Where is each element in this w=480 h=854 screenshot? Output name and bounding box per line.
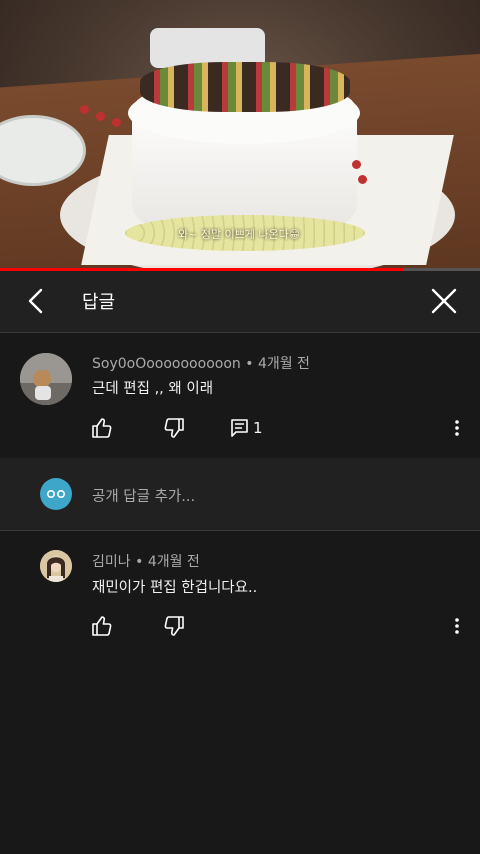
reply-text: 재민이가 편집 한겁니다요.. (92, 580, 258, 596)
reply-meta: 김미나 • 4개월 전 (92, 551, 200, 571)
video-overlay-caption: 와~ 정말 이쁘게 나온다😁 (178, 228, 301, 241)
reply-input[interactable]: 공개 답글 추가... (92, 485, 195, 506)
thumbs-up-icon (92, 616, 112, 636)
comment-author[interactable]: Soy0oOoooooooooon (92, 356, 241, 372)
meta-separator: • (135, 554, 144, 570)
meta-separator: • (245, 356, 254, 372)
reply-author[interactable]: 김미나 (92, 554, 131, 570)
comment-meta: Soy0oOoooooooooon • 4개월 전 (92, 353, 310, 373)
add-reply-bar[interactable]: 공개 답글 추가... (0, 458, 480, 531)
dislike-button[interactable] (163, 417, 185, 439)
reply-dislike-button[interactable] (163, 615, 185, 637)
reply-button[interactable] (229, 417, 251, 439)
video-frame-berry (112, 118, 121, 127)
video-frame-berry (96, 112, 105, 121)
video-frame-berry (352, 160, 361, 169)
video-frame-berry (80, 105, 89, 114)
reply-avatar-photo (40, 550, 72, 582)
reply-avatar[interactable] (40, 550, 72, 582)
reply-count: 1 (253, 419, 263, 437)
close-icon (431, 288, 457, 314)
reply-like-button[interactable] (91, 615, 113, 637)
replies-header: 답글 (0, 271, 480, 333)
thumbs-down-icon (164, 418, 184, 438)
reply-menu-button[interactable] (453, 617, 461, 635)
comment-time: 4개월 전 (257, 356, 310, 372)
chevron-left-icon (28, 288, 43, 314)
comment-menu-button[interactable] (453, 419, 461, 437)
video-player[interactable]: 와~ 정말 이쁘게 나온다😁 (0, 0, 480, 270)
commenter-avatar[interactable] (20, 353, 72, 405)
user-avatar-face-icon (47, 490, 65, 499)
more-vertical-icon (455, 420, 459, 436)
video-frame-cake-decoration (140, 62, 350, 112)
close-button[interactable] (428, 285, 460, 317)
parent-comment: Soy0oOoooooooooon • 4개월 전 근데 편집 ,, 왜 이래 … (0, 333, 480, 458)
video-frame-berry (358, 175, 367, 184)
comment-text: 근데 편집 ,, 왜 이래 (92, 381, 214, 397)
back-button[interactable] (20, 284, 54, 318)
more-vertical-icon (455, 618, 459, 634)
like-button[interactable] (91, 417, 113, 439)
comment-icon (231, 419, 248, 437)
reply-time: 4개월 전 (147, 554, 200, 570)
avatar-photo (20, 353, 72, 405)
user-avatar (40, 478, 72, 510)
thumbs-down-icon (164, 616, 184, 636)
page-title: 답글 (82, 292, 116, 313)
thumbs-up-icon (92, 418, 112, 438)
